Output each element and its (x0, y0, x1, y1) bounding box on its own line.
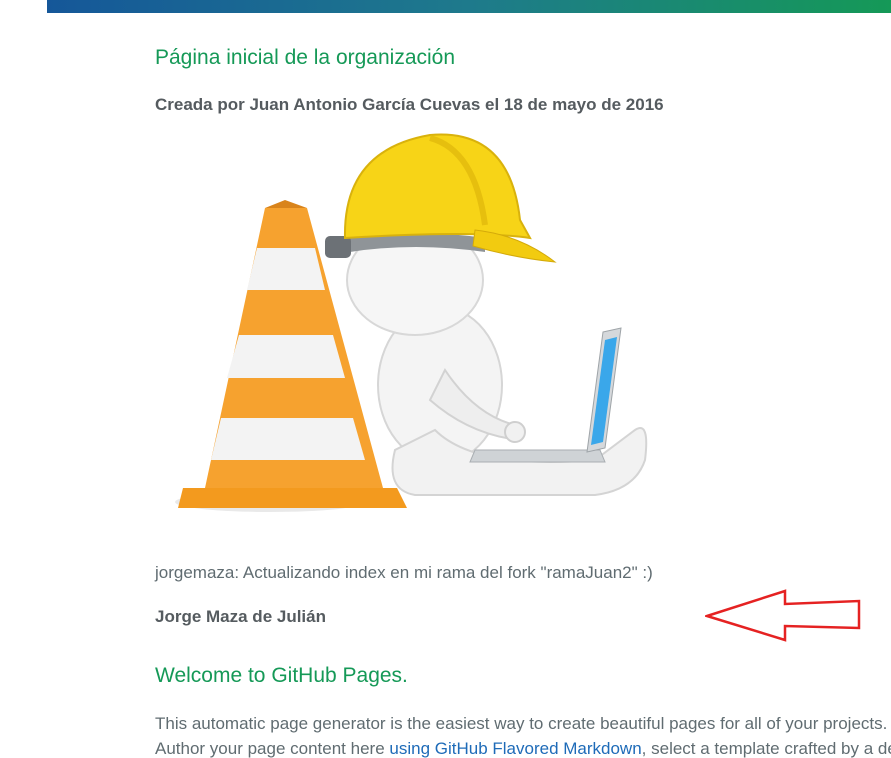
welcome-paragraph: This automatic page generator is the eas… (155, 711, 891, 758)
top-banner (47, 0, 891, 13)
welcome-heading: Welcome to GitHub Pages. (155, 664, 408, 687)
commit-message: jorgemaza: Actualizando index en mi rama… (155, 563, 653, 582)
welcome-line-2-start: Author your page content here (155, 739, 390, 758)
construction-worker-laptop-icon (175, 133, 648, 512)
markdown-link[interactable]: using GitHub Flavored Markdown (389, 739, 641, 758)
welcome-line-1: This automatic page generator is the eas… (155, 714, 888, 733)
author-name: Jorge Maza de Julián (155, 607, 326, 626)
page-title: Página inicial de la organización (155, 46, 456, 69)
cone-tip (265, 200, 307, 208)
red-arrow-annotation-icon (705, 589, 861, 642)
welcome-line-2-end: , select a template crafted by a designe… (641, 739, 891, 758)
cone-base (178, 488, 407, 508)
goggle-side (325, 236, 351, 258)
cone-stripe (227, 335, 345, 378)
cone-stripe (247, 248, 325, 290)
laptop-keyboard (469, 449, 606, 463)
hard-hat-icon (343, 133, 532, 240)
figure-hand (504, 421, 526, 443)
page: Página inicial de la organización Creada… (0, 0, 891, 758)
cone-stripe (211, 418, 365, 460)
created-by-line: Creada por Juan Antonio García Cuevas el… (155, 95, 664, 114)
